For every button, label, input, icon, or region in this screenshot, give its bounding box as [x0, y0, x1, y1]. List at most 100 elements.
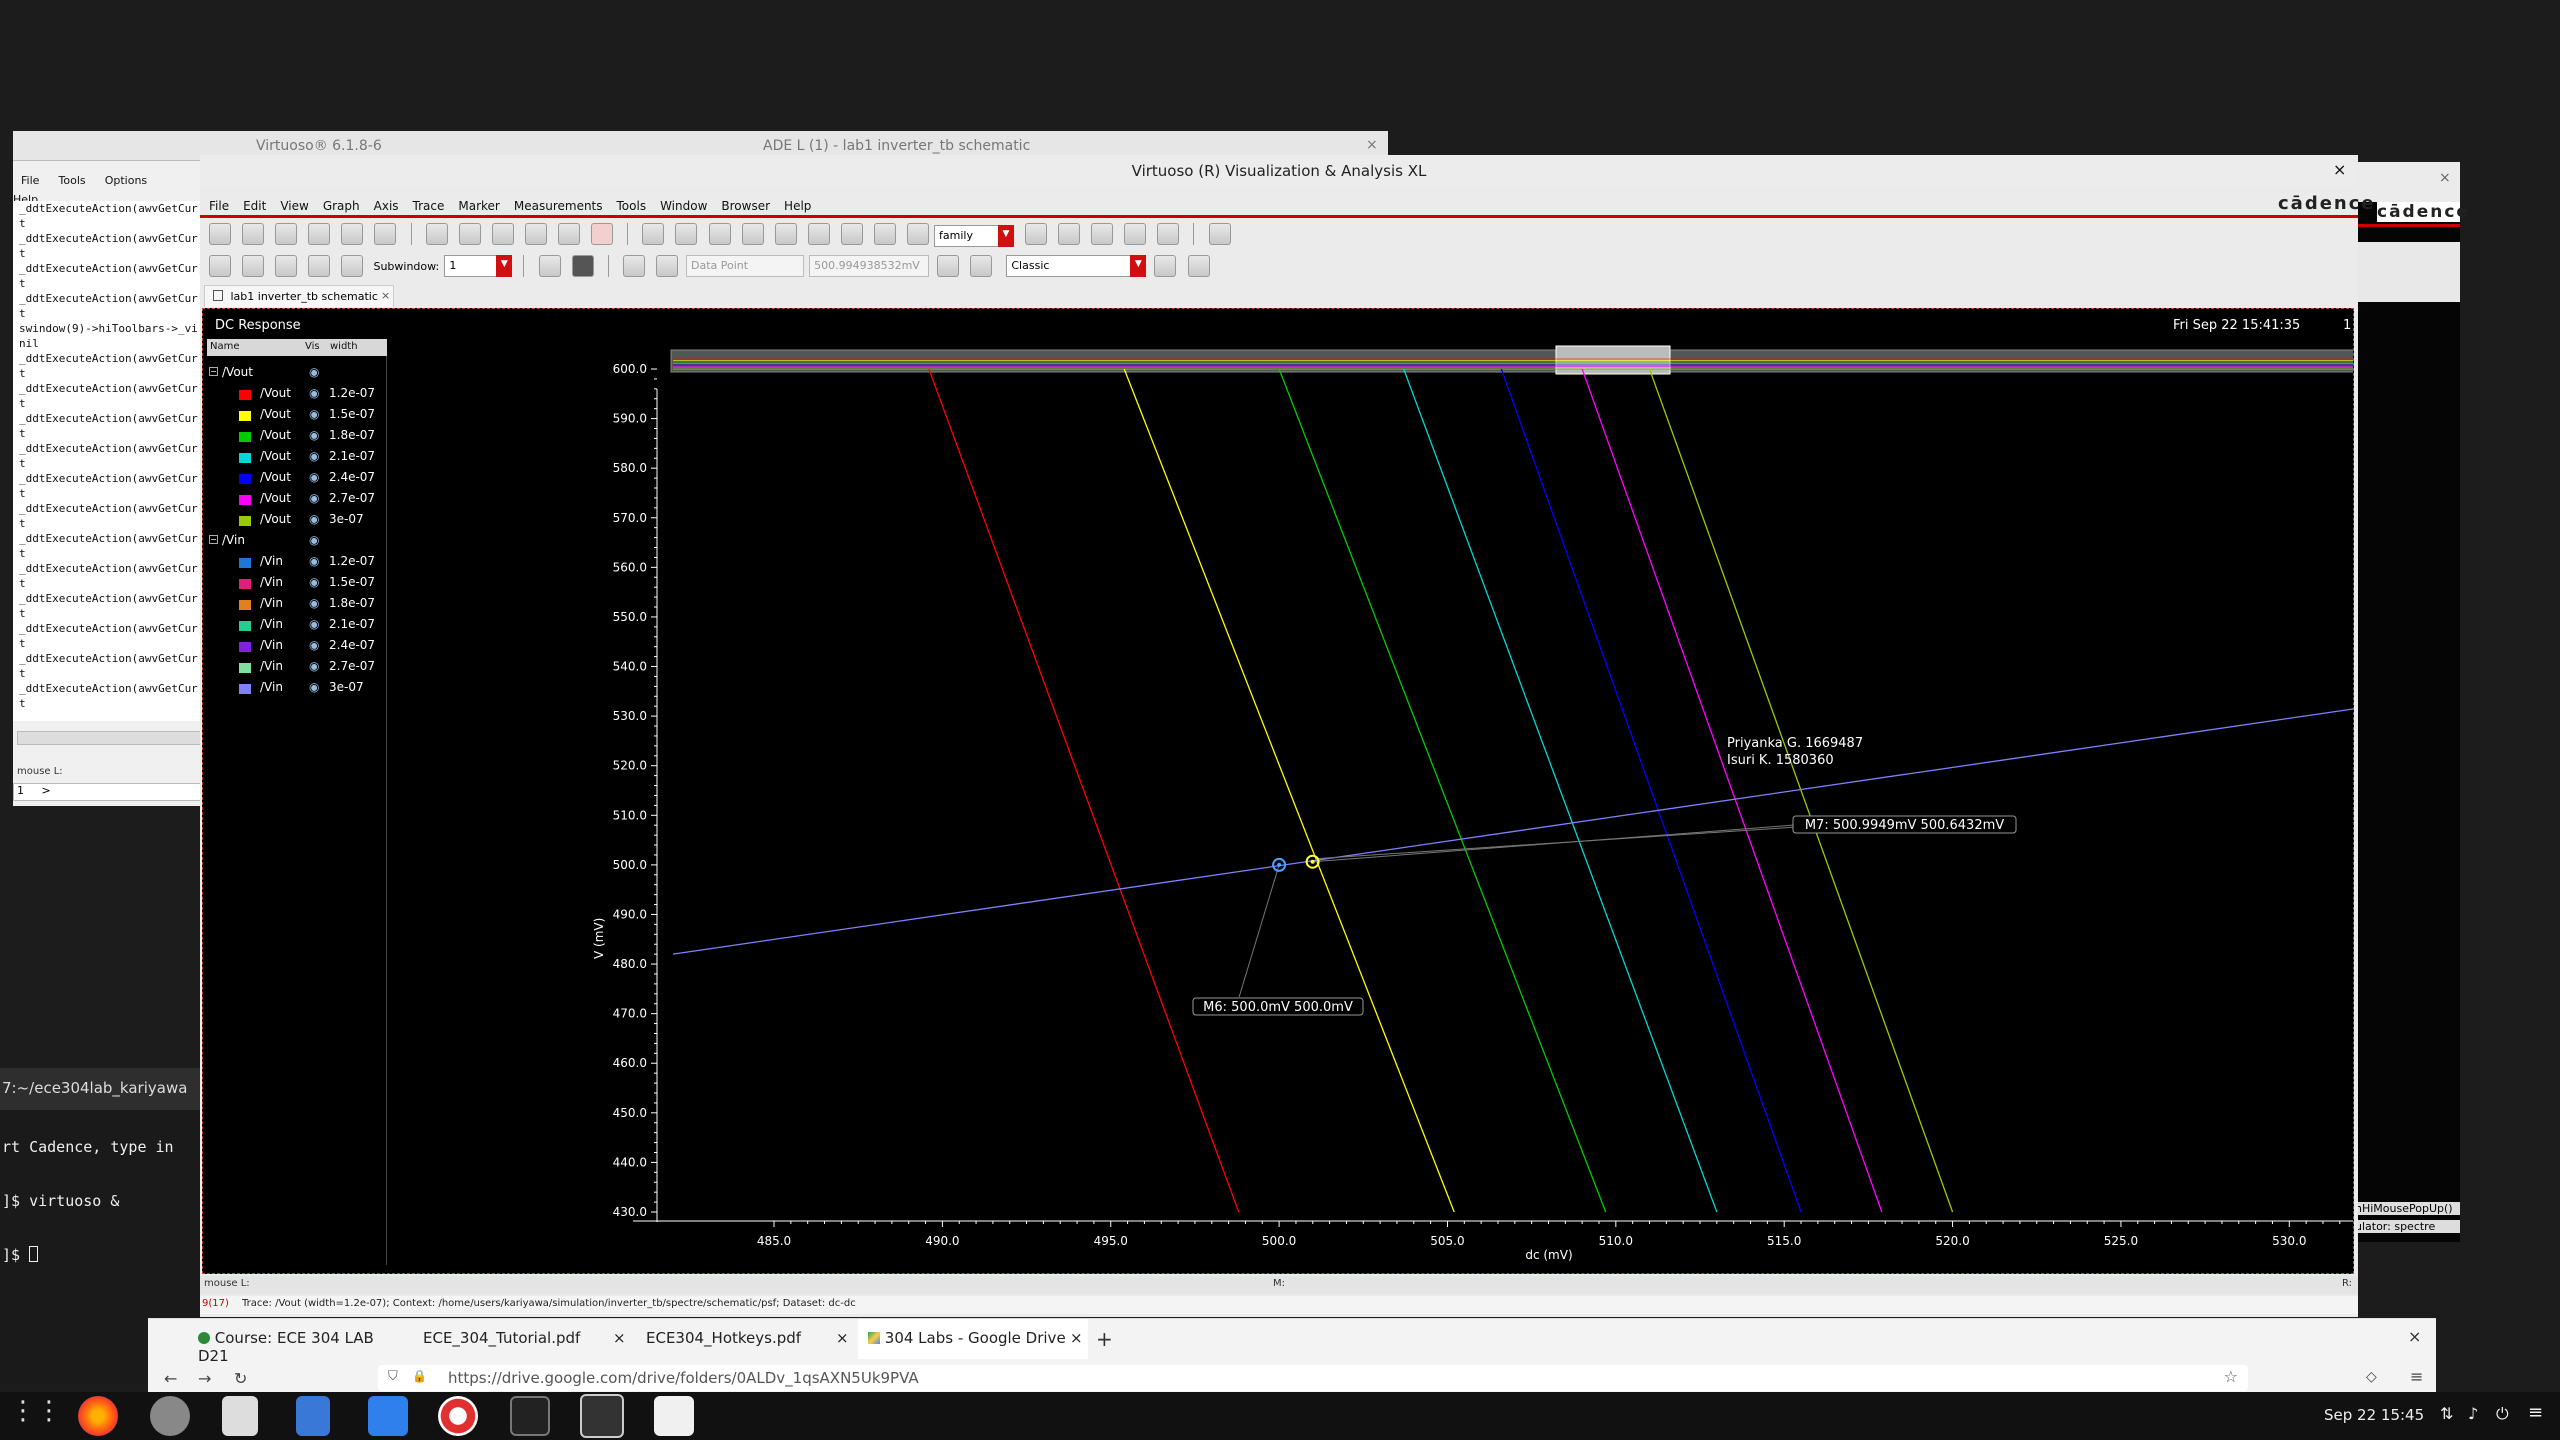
eye-icon[interactable]: ◉: [309, 617, 319, 631]
stack-icon[interactable]: [1058, 223, 1081, 245]
close-icon[interactable]: ×: [1070, 1329, 1083, 1347]
marker-left-icon[interactable]: [622, 255, 645, 277]
eye-icon[interactable]: ◉: [309, 491, 319, 505]
redo-icon[interactable]: [458, 223, 481, 245]
close-icon[interactable]: ×: [836, 1329, 849, 1347]
menu-axis[interactable]: Axis: [374, 199, 399, 213]
ciw-scrollbar[interactable]: [17, 731, 203, 745]
close-icon[interactable]: ×: [381, 289, 390, 302]
menu-view[interactable]: View: [280, 199, 308, 213]
grid-icon[interactable]: [1208, 223, 1231, 245]
menu-graph[interactable]: Graph: [323, 199, 360, 213]
unstack-icon[interactable]: [1157, 223, 1180, 245]
delete-icon[interactable]: [591, 223, 614, 245]
new-window-icon[interactable]: [209, 223, 231, 245]
new-tab-button[interactable]: +: [1096, 1327, 1113, 1351]
eye-icon[interactable]: ◉: [309, 638, 319, 652]
reader-icon[interactable]: [654, 1396, 694, 1436]
eye-icon[interactable]: ◉: [309, 449, 319, 463]
pencil-icon[interactable]: [209, 255, 231, 277]
pocket-icon[interactable]: ◇: [2366, 1369, 2377, 1385]
network-icon[interactable]: ⇅: [2440, 1404, 2453, 1423]
hamburger-menu-icon[interactable]: ≡: [2410, 1367, 2423, 1386]
datapoint-readout[interactable]: 500.994938532mV: [809, 255, 930, 277]
menu-edit[interactable]: Edit: [243, 199, 266, 213]
settings-icon[interactable]: [150, 1396, 190, 1436]
strip-icon[interactable]: [1025, 223, 1047, 245]
undo-icon[interactable]: [425, 223, 448, 245]
tiles-icon[interactable]: [341, 255, 364, 277]
files-icon[interactable]: [296, 1396, 330, 1436]
zoom-out-icon[interactable]: [741, 223, 764, 245]
zoom-x-icon[interactable]: [774, 223, 797, 245]
close-icon[interactable]: ×: [2333, 160, 2346, 179]
subwindow-select[interactable]: 1 ▼: [444, 255, 513, 277]
zoom-box-icon[interactable]: [840, 223, 863, 245]
eye-icon[interactable]: ◉: [309, 428, 319, 442]
trace-line[interactable]: [1278, 368, 1607, 1213]
menu-tools[interactable]: Tools: [617, 199, 647, 213]
terminal-icon[interactable]: [510, 1396, 550, 1436]
palette-icon[interactable]: [242, 255, 265, 277]
software-center-icon[interactable]: [368, 1396, 408, 1436]
back-icon[interactable]: ←: [164, 1369, 177, 1388]
eye-icon[interactable]: ◉: [309, 407, 319, 421]
eye-icon[interactable]: ◉: [309, 575, 319, 589]
marker-mode-icon[interactable]: [571, 255, 594, 277]
close-icon[interactable]: ×: [2439, 170, 2451, 186]
fit-icon[interactable]: [675, 223, 698, 245]
trace-line[interactable]: [1123, 368, 1455, 1213]
table-icon[interactable]: [970, 255, 993, 277]
tab-schematic[interactable]: lab1 inverter_tb schematic ×: [204, 285, 394, 307]
collapse-icon[interactable]: −: [209, 535, 218, 544]
trace-line[interactable]: [928, 368, 1240, 1213]
eye-icon[interactable]: ◉: [309, 680, 319, 694]
cut-icon[interactable]: [491, 223, 514, 245]
family-select[interactable]: family ▼: [934, 225, 1014, 247]
trace-line[interactable]: [672, 684, 2353, 955]
chevron-down-icon[interactable]: ▼: [496, 255, 513, 277]
chevron-down-icon[interactable]: ▼: [998, 225, 1014, 247]
subwindow-icon[interactable]: [242, 223, 265, 245]
reload-icon[interactable]: ↻: [234, 1369, 247, 1388]
tab-tutorial[interactable]: ECE_304_Tutorial.pdf ×: [413, 1319, 633, 1359]
chevron-down-icon[interactable]: ▼: [1130, 255, 1147, 277]
overview-scrollbar[interactable]: [670, 345, 2353, 375]
menu-marker[interactable]: Marker: [458, 199, 499, 213]
reset-style-icon[interactable]: [1187, 255, 1210, 277]
marker-right-icon[interactable]: [655, 255, 678, 277]
split-icon[interactable]: [1091, 223, 1114, 245]
copy-icon[interactable]: [524, 223, 547, 245]
trace-line[interactable]: [1648, 368, 1954, 1213]
eye-icon[interactable]: ◉: [309, 554, 319, 568]
zoom-fit-icon[interactable]: [873, 223, 896, 245]
url-bar[interactable]: ⛉ 🔒 https://drive.google.com/drive/folde…: [378, 1365, 2248, 1391]
datapoint-select[interactable]: Data Point: [686, 255, 804, 277]
ciw-menu-tools[interactable]: Tools: [59, 174, 86, 187]
overlay-icon[interactable]: [1124, 223, 1147, 245]
eye-icon[interactable]: ◉: [309, 365, 319, 379]
menu-help[interactable]: Help: [784, 199, 811, 213]
trace-line[interactable]: [1581, 368, 1883, 1213]
apply-style-icon[interactable]: [1154, 255, 1177, 277]
menu-browser[interactable]: Browser: [721, 199, 770, 213]
screenshot-icon[interactable]: [222, 1396, 258, 1436]
tab-hotkeys[interactable]: ECE304_Hotkeys.pdf ×: [636, 1319, 856, 1359]
ciw-prompt[interactable]: 1 >: [13, 783, 203, 801]
open-icon[interactable]: [275, 223, 298, 245]
firefox-icon[interactable]: [78, 1396, 118, 1436]
eye-icon[interactable]: ◉: [309, 596, 319, 610]
trace-line[interactable]: [1403, 368, 1718, 1213]
app-grid-icon[interactable]: ⋮⋮: [10, 1396, 62, 1440]
power-icon[interactable]: ⏻: [2496, 1404, 2509, 1424]
eye-icon[interactable]: ◉: [309, 470, 319, 484]
close-icon[interactable]: ×: [1366, 137, 1378, 153]
save-icon[interactable]: [308, 223, 331, 245]
paste-icon[interactable]: [558, 223, 581, 245]
bookmark-star-icon[interactable]: ☆: [2224, 1367, 2238, 1386]
strip-mode-icon[interactable]: [275, 255, 298, 277]
zoom-y-icon[interactable]: [807, 223, 830, 245]
forward-icon[interactable]: →: [198, 1369, 211, 1388]
tab-drive[interactable]: 304 Labs - Google Drive ×: [858, 1319, 1088, 1359]
tab-course[interactable]: Course: ECE 304 LAB D21: [188, 1319, 398, 1365]
